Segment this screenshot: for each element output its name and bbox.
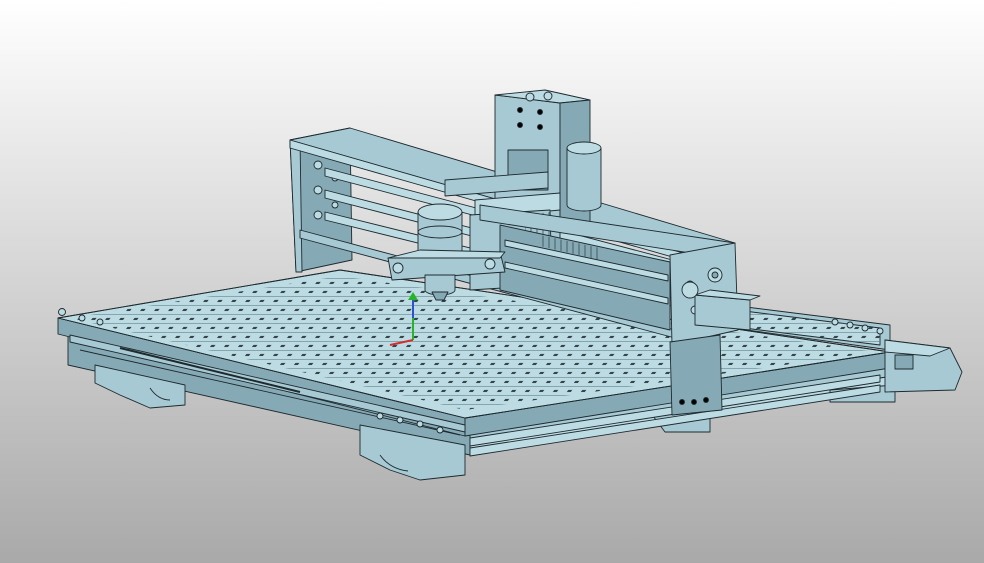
z-motor[interactable] [566, 141, 602, 212]
3d-viewport[interactable] [0, 0, 984, 563]
cad-canvas[interactable] [0, 0, 984, 563]
